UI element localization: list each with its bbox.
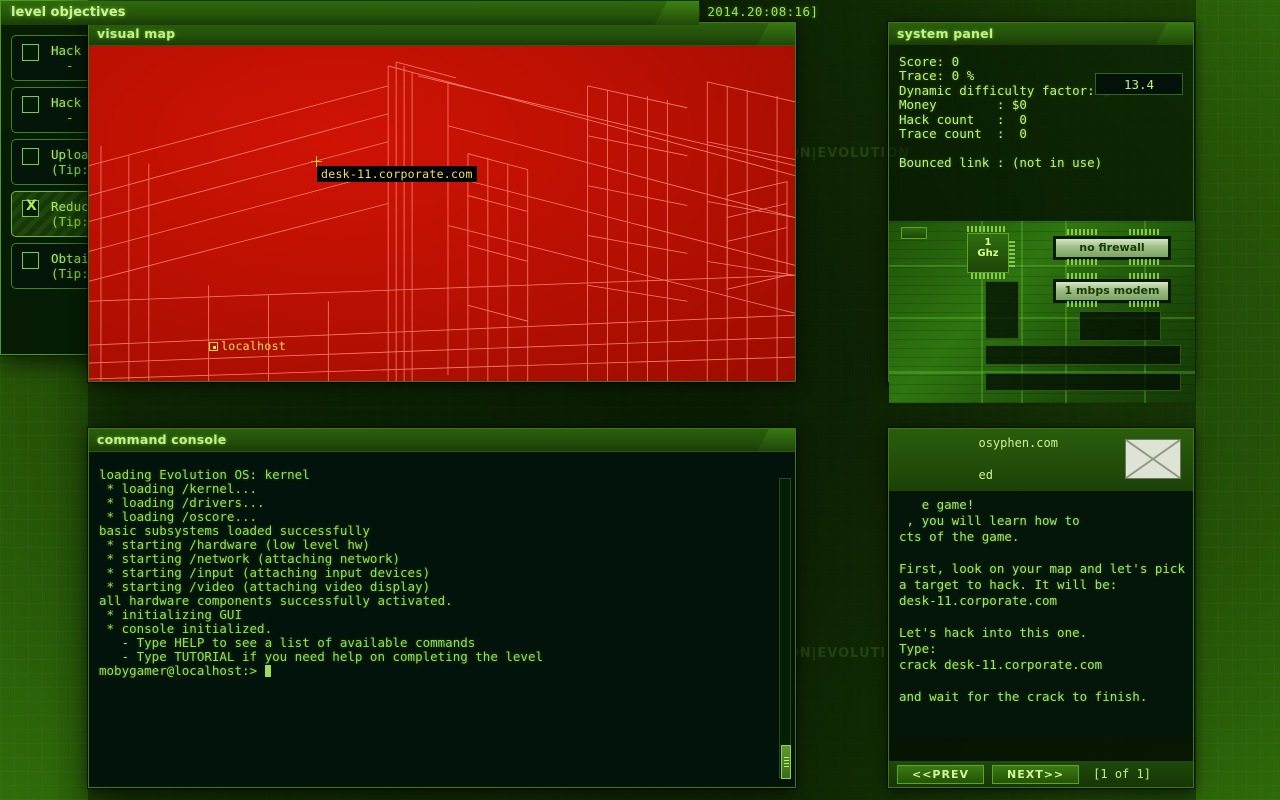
objective-checkbox-icon[interactable] [22,148,39,165]
firewall-button[interactable]: no firewall [1055,238,1169,258]
console-scrollbar[interactable] [779,478,791,779]
console-prompt: mobygamer@localhost:> [99,663,265,678]
hardware-slot-2[interactable] [1079,311,1161,341]
message-window: osyphen.com ed e game! , you will learn … [888,428,1194,788]
system-stats-readout: Score: 0 Trace: 0 % Dynamic difficulty f… [899,54,1110,170]
system-panel-title: system panel [889,23,1193,45]
objective-checkbox-icon[interactable] [22,44,39,61]
map-node-desk11-label[interactable]: desk-11.corporate.com [317,166,477,182]
visual-map-canvas[interactable]: desk-11.corporate.com localhost [89,45,795,381]
objective-checkbox-icon[interactable] [22,252,39,269]
desktop: Enter Password TION|EVOLUTION TION|EVOLU… [0,0,1280,800]
console-scrollbar-thumb[interactable] [781,745,791,779]
command-console-window: command console loading Evolution OS: ke… [88,428,796,788]
prev-button[interactable]: <<PREV [897,764,984,784]
system-value-box: 13.4 [1095,73,1183,95]
map-node-localhost[interactable]: localhost [205,338,290,354]
envelope-icon [1125,439,1181,479]
node-marker-icon [209,342,218,351]
message-header: osyphen.com ed [889,429,1193,491]
objective-checkbox-checked-icon[interactable] [22,198,39,217]
console-output[interactable]: loading Evolution OS: kernel * loading /… [89,451,795,787]
level-objectives-title: level objectives [1,1,699,25]
message-header-text: osyphen.com ed [978,436,1058,482]
hardware-slot-1[interactable] [985,281,1019,339]
page-indicator: [1 of 1] [1093,767,1151,781]
objective-checkbox-icon[interactable] [22,96,39,113]
next-button[interactable]: NEXT>> [992,764,1080,784]
console-caret [264,665,271,677]
console-log-text: loading Evolution OS: kernel * loading /… [99,467,544,664]
hardware-board: 1 Ghz no firewall 1 mbps modem [889,221,1195,403]
command-console-title: command console [89,429,795,451]
cpu-speed-label: 1 Ghz [977,237,999,259]
visual-map-title: visual map [89,23,795,45]
message-body: e game! , you will learn how to cts of t… [889,491,1193,737]
visual-map-window: visual map desk-11.corporate.com localho… [88,22,796,382]
hardware-slot-3[interactable] [985,345,1181,365]
message-footer: <<PREV NEXT>> [1 of 1] [889,761,1193,787]
system-panel-window: system panel Score: 0 Trace: 0 % Dynamic… [888,22,1195,403]
map-node-localhost-label: localhost [221,339,287,353]
modem-button[interactable]: 1 mbps modem [1055,281,1169,301]
hardware-slot-4[interactable] [985,373,1181,391]
